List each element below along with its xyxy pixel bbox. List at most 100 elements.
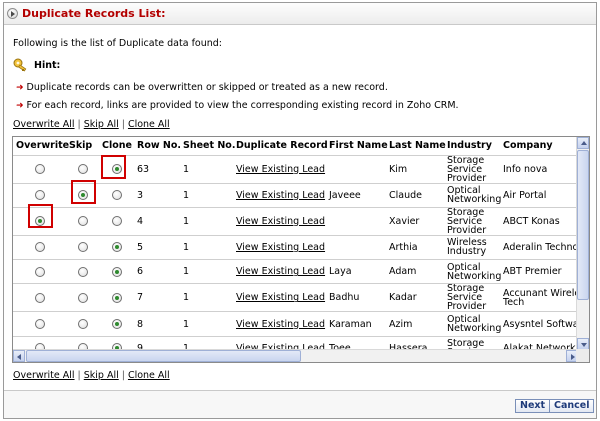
sheet-no-cell: 1 — [180, 155, 233, 184]
skip-radio[interactable] — [77, 242, 88, 253]
skip-radio[interactable] — [77, 292, 88, 303]
skip-radio[interactable] — [77, 319, 88, 330]
company-cell: Asysntel Software — [500, 311, 578, 337]
overwrite-all-link[interactable]: Overwrite All — [13, 119, 75, 130]
clone-cell — [99, 155, 134, 184]
view-existing-lead-link[interactable]: View Existing Lead — [233, 259, 326, 285]
next-button[interactable]: Next — [515, 399, 551, 413]
view-existing-lead-link[interactable]: View Existing Lead — [233, 183, 326, 208]
view-existing-lead-link[interactable]: View Existing Lead — [233, 155, 326, 184]
col-last-name: Last Name — [386, 137, 446, 156]
col-first-name: First Name — [326, 137, 388, 156]
overwrite-radio[interactable] — [34, 242, 45, 253]
view-existing-lead-link[interactable]: View Existing Lead — [233, 336, 326, 350]
bulk-actions-bottom: Overwrite All | Skip All | Clone All — [13, 370, 170, 381]
overwrite-radio[interactable] — [34, 266, 45, 277]
view-existing-lead-link[interactable]: View Existing Lead — [233, 207, 326, 236]
company-cell: Accunant Wireless Tech — [500, 283, 578, 313]
col-company: Company — [500, 137, 578, 156]
row-no-cell: 7 — [134, 283, 180, 313]
skip-cell — [66, 283, 99, 313]
skip-radio[interactable] — [77, 266, 88, 277]
page-title: Duplicate Records List: — [22, 7, 166, 20]
clone-radio[interactable] — [111, 242, 122, 253]
clone-radio[interactable] — [111, 266, 122, 277]
table-row: 6 1 View Existing Lead Laya Adam Optical Netw… — [13, 259, 578, 285]
clone-all-link[interactable]: Clone All — [128, 370, 170, 381]
view-existing-lead-link[interactable]: View Existing Lead — [233, 235, 326, 261]
bulk-actions-top: Overwrite All | Skip All | Clone All — [13, 119, 170, 130]
first-name-cell: Laya — [326, 259, 386, 285]
skip-all-link[interactable]: Skip All — [84, 119, 119, 130]
overwrite-cell — [13, 235, 66, 261]
scroll-up-button[interactable] — [577, 137, 589, 149]
skip-radio[interactable] — [77, 216, 88, 227]
company-cell: Info nova — [500, 155, 578, 184]
col-skip: Skip — [66, 137, 99, 156]
clone-radio[interactable] — [111, 164, 122, 174]
sheet-no-cell: 1 — [180, 207, 233, 236]
vertical-scrollbar[interactable] — [576, 137, 589, 350]
clone-radio[interactable] — [111, 190, 122, 201]
industry-cell: Optical Networking — [444, 259, 501, 285]
hint-line-2: ➜ For each record, links are provided to … — [16, 100, 459, 111]
horizontal-scroll-thumb[interactable] — [26, 350, 301, 362]
sheet-no-cell: 1 — [180, 259, 233, 285]
overwrite-radio[interactable] — [34, 292, 45, 303]
last-name-cell: Hassera — [386, 336, 444, 350]
clone-cell — [99, 259, 134, 285]
last-name-cell: Claude — [386, 183, 444, 208]
clone-radio[interactable] — [111, 216, 122, 227]
col-row-no: Row No. — [134, 137, 181, 156]
vertical-scroll-thumb[interactable] — [577, 150, 589, 300]
overwrite-radio[interactable] — [34, 319, 45, 330]
last-name-cell: Kim — [386, 155, 444, 184]
scroll-left-button[interactable] — [13, 350, 25, 362]
grid-viewport: Overwrite Skip Clone Row No. Sheet No. D… — [13, 137, 578, 350]
sheet-no-cell: 1 — [180, 311, 233, 337]
chevron-down-icon — [581, 343, 587, 347]
overwrite-all-link[interactable]: Overwrite All — [13, 370, 75, 381]
overwrite-radio[interactable] — [34, 216, 45, 227]
company-cell: ABCT Konas — [500, 207, 578, 236]
horizontal-scrollbar[interactable] — [13, 349, 578, 362]
sheet-no-cell: 1 — [180, 336, 233, 350]
table-row: 4 1 View Existing Lead Xavier Storage Servic… — [13, 207, 578, 236]
row-no-cell: 6 — [134, 259, 180, 285]
first-name-cell — [326, 235, 386, 261]
skip-radio[interactable] — [77, 164, 88, 174]
overwrite-cell — [13, 311, 66, 337]
skip-radio[interactable] — [77, 190, 88, 201]
overwrite-cell — [13, 207, 66, 236]
overwrite-radio[interactable] — [34, 164, 45, 174]
clone-all-link[interactable]: Clone All — [128, 119, 170, 130]
row-no-cell: 5 — [134, 235, 180, 261]
industry-cell: Wireless Industry — [444, 235, 500, 261]
last-name-cell: Kadar — [386, 283, 444, 313]
table-row: 3 1 View Existing Lead Javeee Claude Optical … — [13, 183, 578, 208]
view-existing-lead-link[interactable]: View Existing Lead — [233, 283, 326, 313]
col-industry: Industry — [444, 137, 500, 156]
view-existing-lead-link[interactable]: View Existing Lead — [233, 311, 326, 337]
first-name-cell — [326, 155, 386, 184]
overwrite-radio[interactable] — [34, 190, 45, 201]
industry-cell: Optical Networking — [444, 183, 501, 208]
clone-cell — [99, 183, 134, 208]
clone-radio[interactable] — [111, 319, 122, 330]
industry-cell: Storage Service Provider — [444, 207, 500, 236]
company-cell: Aderalin Techno Soft — [500, 235, 578, 261]
industry-cell: Storage Service — [444, 336, 500, 350]
chevron-up-icon — [581, 141, 587, 145]
sheet-no-cell: 1 — [180, 235, 233, 261]
last-name-cell: Arthia — [386, 235, 444, 261]
panel-titlebar: Duplicate Records List: — [4, 3, 596, 25]
overwrite-cell — [13, 283, 66, 313]
cancel-button[interactable]: Cancel — [549, 399, 595, 413]
skip-all-link[interactable]: Skip All — [84, 370, 119, 381]
last-name-cell: Azim — [386, 311, 444, 337]
clone-radio[interactable] — [111, 292, 122, 303]
skip-cell — [66, 235, 99, 261]
table-row: 7 1 View Existing Lead Badhu Kadar Storage Se… — [13, 283, 578, 313]
col-duplicate-record: Duplicate Record — [233, 137, 328, 156]
table-row: 8 1 View Existing Lead Karaman Azim Optical N… — [13, 311, 578, 337]
